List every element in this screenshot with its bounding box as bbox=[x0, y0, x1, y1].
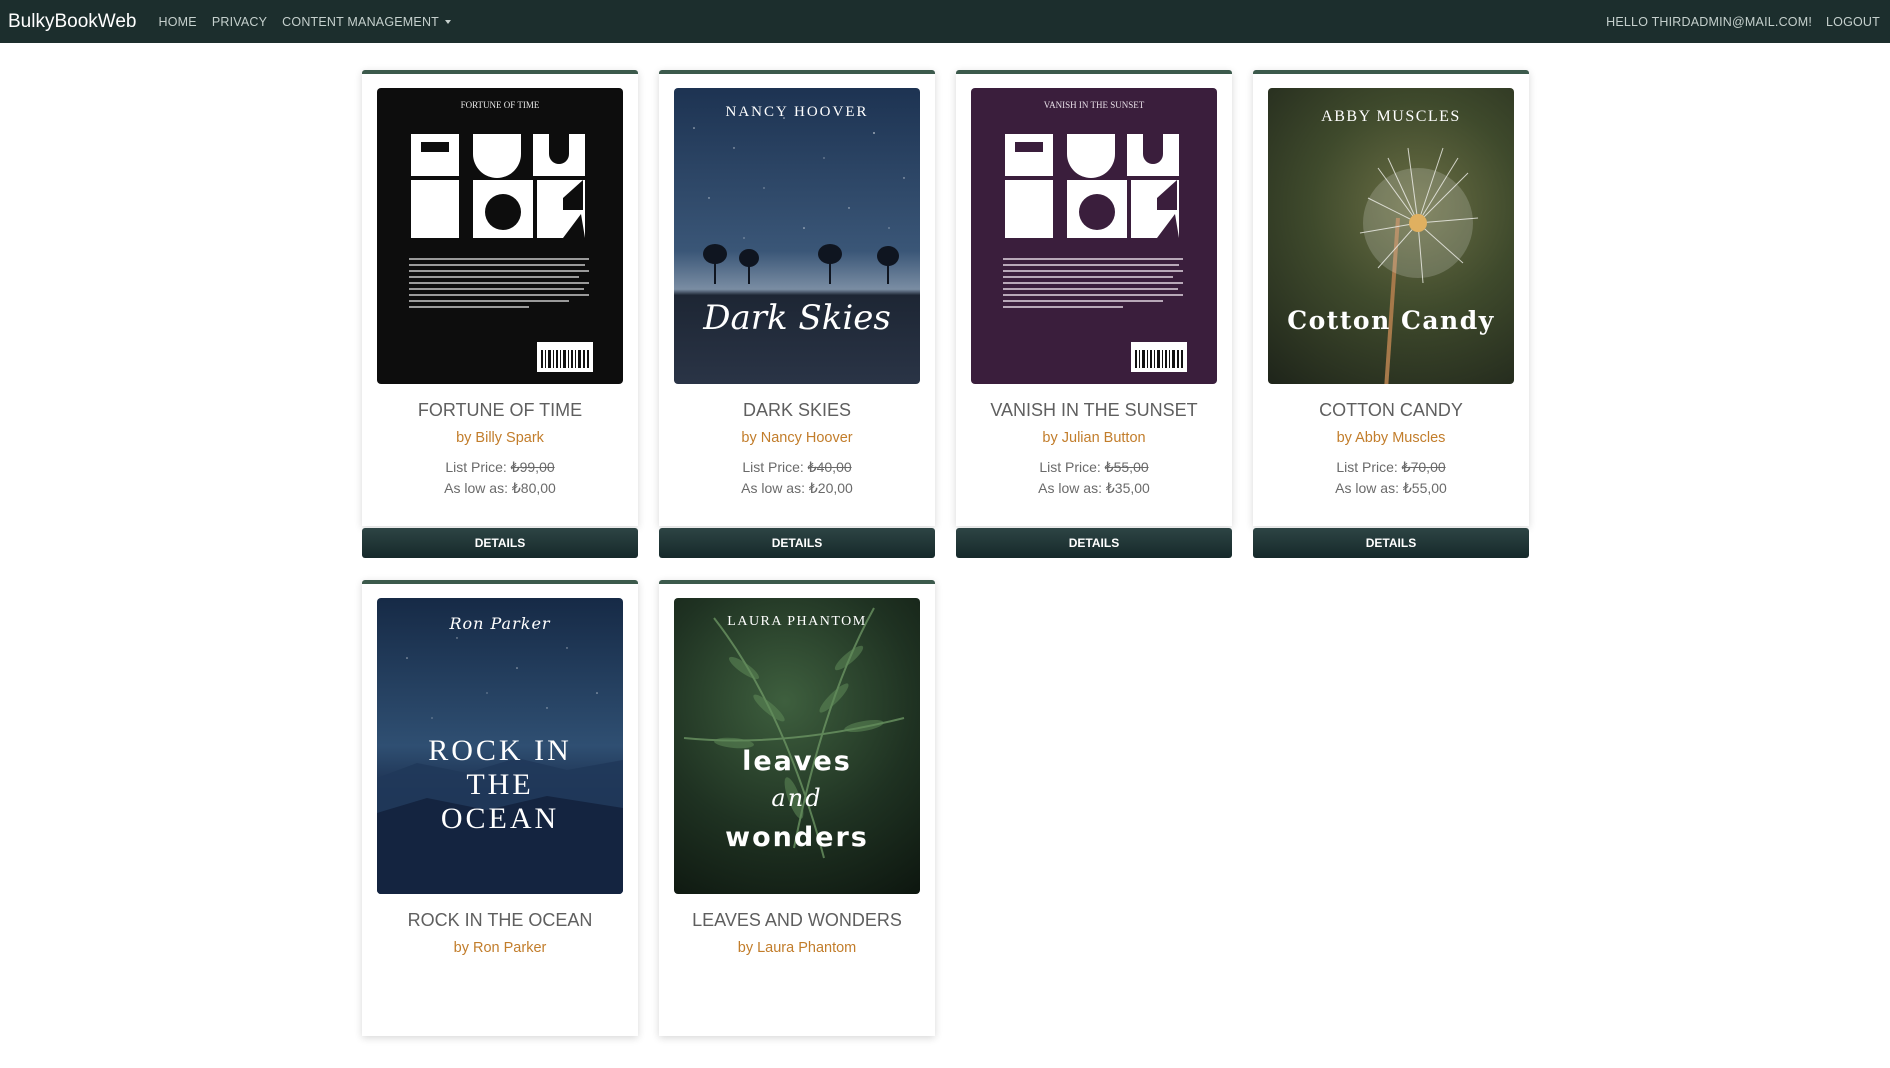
list-price-label: List Price: bbox=[445, 459, 511, 475]
cover-top-text: Ron Parker bbox=[449, 614, 551, 633]
low-price-value: ₺80,00 bbox=[511, 480, 556, 496]
list-price: List Price: ₺99,00 bbox=[362, 459, 638, 476]
details-button[interactable]: DETAILS bbox=[956, 528, 1232, 558]
product-item: NANCY HOOVER Dark Skies DARK SKIES by Na… bbox=[659, 70, 935, 558]
book-title: VANISH IN THE SUNSET bbox=[990, 400, 1198, 420]
low-price-label: As low as: bbox=[444, 480, 512, 496]
details-button[interactable]: DETAILS bbox=[659, 528, 935, 558]
product-card: ABBY MUSCLES Cotton Candy COTTON CANDY b… bbox=[1253, 70, 1529, 526]
book-title: ROCK IN THE OCEAN bbox=[407, 910, 593, 930]
list-price-label: List Price: bbox=[1336, 459, 1402, 475]
navbar: BulkyBookWeb HOME PRIVACY CONTENT MANAGE… bbox=[0, 0, 1890, 43]
low-price-value: ₺35,00 bbox=[1105, 480, 1150, 496]
content-management-label: CONTENT MANAGEMENT bbox=[282, 14, 440, 29]
book-author: by Abby Muscles bbox=[1336, 430, 1446, 446]
product-grid: FORTUNE OF TIME FORTUNE OF TIME by Billy… bbox=[362, 70, 1530, 1068]
list-price-label: List Price: bbox=[1039, 459, 1105, 475]
book-title: DARK SKIES bbox=[742, 400, 852, 420]
cover-title-line: ROCK IN bbox=[428, 734, 572, 767]
product-card: LAURA PHANTOM leaves and wonders LEAVES … bbox=[659, 580, 935, 1036]
book-cover-image[interactable]: LAURA PHANTOM leaves and wonders bbox=[674, 598, 920, 894]
cover-title-line: OCEAN bbox=[440, 802, 560, 835]
product-item: Ron Parker ROCK IN THE OCEAN ROCK IN THE… bbox=[362, 580, 638, 1068]
cover-title-line: wonders bbox=[725, 822, 869, 853]
low-price: As low as: ₺55,00 bbox=[1253, 480, 1529, 497]
cover-title-line: and bbox=[771, 784, 823, 812]
low-price: As low as: ₺80,00 bbox=[362, 480, 638, 497]
details-button[interactable]: DETAILS bbox=[1253, 528, 1529, 558]
book-title: LEAVES AND WONDERS bbox=[692, 910, 902, 930]
product-card: NANCY HOOVER Dark Skies DARK SKIES by Na… bbox=[659, 70, 935, 526]
low-price-label: As low as: bbox=[741, 480, 809, 496]
book-title: FORTUNE OF TIME bbox=[417, 400, 583, 420]
book-author: by Ron Parker bbox=[453, 940, 547, 956]
low-price-label: As low as: bbox=[1038, 480, 1106, 496]
low-price: As low as: ₺35,00 bbox=[956, 480, 1232, 497]
nav-links: HOME PRIVACY CONTENT MANAGEMENT bbox=[159, 15, 467, 29]
cover-title-text: Dark Skies bbox=[703, 298, 891, 338]
brand-link[interactable]: BulkyBookWeb bbox=[8, 11, 137, 33]
nav-content-management-dropdown[interactable]: CONTENT MANAGEMENT bbox=[282, 14, 452, 29]
nav-privacy-link[interactable]: PRIVACY bbox=[212, 15, 267, 29]
book-cover-image[interactable]: FORTUNE OF TIME bbox=[377, 88, 623, 384]
cover-title-line: THE bbox=[466, 768, 534, 801]
product-item: ABBY MUSCLES Cotton Candy COTTON CANDY b… bbox=[1253, 70, 1529, 558]
book-title: COTTON CANDY bbox=[1319, 400, 1463, 420]
low-price: As low as: ₺20,00 bbox=[659, 480, 935, 497]
cover-top-text: LAURA PHANTOM bbox=[727, 614, 867, 629]
product-item: LAURA PHANTOM leaves and wonders LEAVES … bbox=[659, 580, 935, 1068]
list-price: List Price: ₺55,00 bbox=[956, 459, 1232, 476]
night-sky-graphic bbox=[693, 117, 905, 284]
book-cover-image[interactable]: VANISH IN THE SUNSET bbox=[971, 88, 1217, 384]
nav-right: HELLO THIRDADMIN@MAIL.COM! LOGOUT bbox=[1592, 15, 1890, 29]
logout-link[interactable]: LOGOUT bbox=[1826, 15, 1880, 29]
caret-down-icon bbox=[445, 20, 452, 25]
list-price-label: List Price: bbox=[742, 459, 808, 475]
low-price-value: ₺55,00 bbox=[1402, 480, 1447, 496]
book-author: by Nancy Hoover bbox=[741, 430, 853, 446]
book-author: by Billy Spark bbox=[456, 430, 544, 446]
book-logo-graphic bbox=[409, 134, 593, 372]
product-card: Ron Parker ROCK IN THE OCEAN ROCK IN THE… bbox=[362, 580, 638, 1036]
product-card: FORTUNE OF TIME FORTUNE OF TIME by Billy… bbox=[362, 70, 638, 526]
book-cover-image[interactable]: Ron Parker ROCK IN THE OCEAN bbox=[377, 598, 623, 894]
book-cover-image[interactable]: ABBY MUSCLES Cotton Candy bbox=[1268, 88, 1514, 384]
cover-title-line: leaves bbox=[742, 746, 852, 777]
details-button[interactable]: DETAILS bbox=[362, 528, 638, 558]
nav-home-link[interactable]: HOME bbox=[159, 15, 197, 29]
list-price: List Price: ₺70,00 bbox=[1253, 459, 1529, 476]
list-price-value: ₺99,00 bbox=[510, 459, 555, 475]
cover-top-text: NANCY HOOVER bbox=[725, 104, 869, 120]
product-card: VANISH IN THE SUNSET VANISH IN THE SUNSE… bbox=[956, 70, 1232, 526]
book-author: by Laura Phantom bbox=[737, 940, 857, 956]
cover-top-text: ABBY MUSCLES bbox=[1321, 108, 1461, 125]
dandelion-graphic bbox=[1359, 147, 1479, 384]
book-cover-image[interactable]: NANCY HOOVER Dark Skies bbox=[674, 88, 920, 384]
low-price-value: ₺20,00 bbox=[808, 480, 853, 496]
book-logo-graphic bbox=[1003, 134, 1187, 372]
low-price-label: As low as: bbox=[1335, 480, 1403, 496]
product-item: VANISH IN THE SUNSET VANISH IN THE SUNSE… bbox=[956, 70, 1232, 558]
product-item: FORTUNE OF TIME FORTUNE OF TIME by Billy… bbox=[362, 70, 638, 558]
book-author: by Julian Button bbox=[1042, 430, 1146, 446]
list-price: List Price: ₺40,00 bbox=[659, 459, 935, 476]
user-greeting-link[interactable]: HELLO THIRDADMIN@MAIL.COM! bbox=[1606, 15, 1812, 29]
list-price-value: ₺40,00 bbox=[807, 459, 852, 475]
cover-title-text: Cotton Candy bbox=[1287, 306, 1495, 335]
list-price-value: ₺55,00 bbox=[1104, 459, 1149, 475]
list-price-value: ₺70,00 bbox=[1401, 459, 1446, 475]
